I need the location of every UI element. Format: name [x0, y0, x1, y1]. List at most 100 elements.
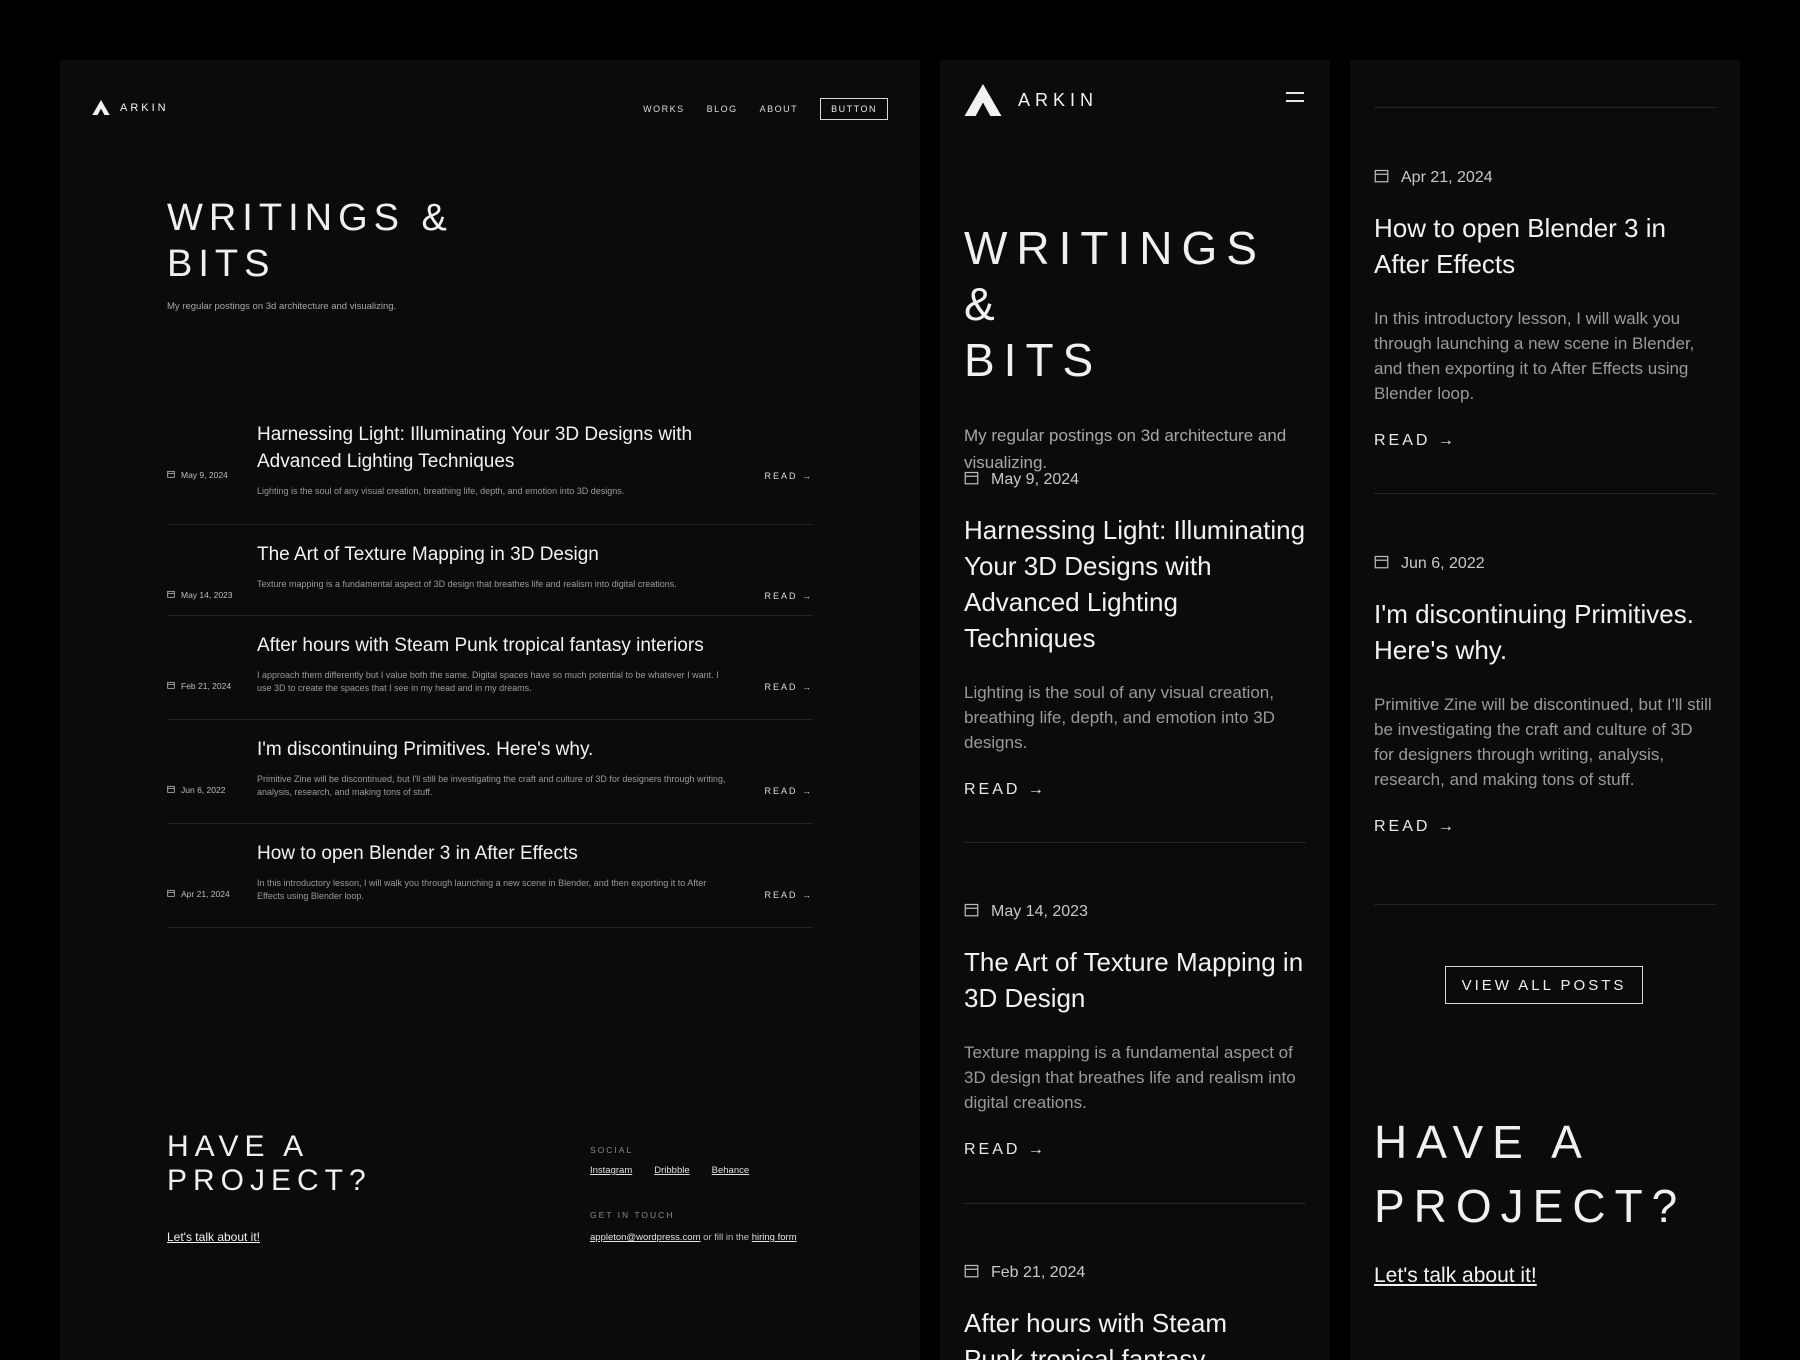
- post-excerpt: In this introductory lesson, I will walk…: [257, 878, 707, 901]
- behance-link[interactable]: Behance: [712, 1165, 750, 1176]
- social-section: SOCIAL Instagram Dribbble Behance: [590, 1145, 749, 1176]
- desktop-view: ARKIN WORKS BLOG ABOUT BUTTON WRITINGS &…: [60, 60, 920, 1360]
- hiring-form-link[interactable]: hiring form: [752, 1232, 797, 1243]
- touch-text: or fill in the: [703, 1232, 750, 1243]
- post-item: Apr 21, 2024 How to open Blender 3 in Af…: [1374, 168, 1716, 450]
- hero: WRITINGS & BITS My regular postings on 3d…: [167, 195, 453, 312]
- get-in-touch-section: GET IN TOUCH appleton@wordpress.com or f…: [590, 1210, 797, 1243]
- logo[interactable]: ARKIN: [964, 84, 1098, 116]
- post-excerpt: Texture mapping is a fundamental aspect …: [964, 1043, 1296, 1112]
- post-excerpt: Primitive Zine will be discontinued, but…: [257, 774, 726, 797]
- read-link[interactable]: READ →: [764, 682, 813, 692]
- post-excerpt: Lighting is the soul of any visual creat…: [964, 683, 1275, 752]
- post-title[interactable]: Harnessing Light: Illuminating Your 3D D…: [257, 421, 737, 475]
- top-nav: WORKS BLOG ABOUT BUTTON: [643, 98, 888, 120]
- post-title[interactable]: How to open Blender 3 in After Effects: [257, 840, 737, 867]
- post-list: May 9, 2024 Harnessing Light: Illuminati…: [167, 405, 813, 928]
- read-link[interactable]: READ →: [764, 786, 813, 796]
- post-item: Apr 21, 2024 How to open Blender 3 in Af…: [167, 824, 813, 928]
- footer-title: HAVE A PROJECT?: [167, 1130, 372, 1197]
- nav-works[interactable]: WORKS: [643, 104, 685, 114]
- instagram-link[interactable]: Instagram: [590, 1165, 632, 1176]
- post-item: Feb 21, 2024 After hours with Steam Punk …: [964, 1263, 1306, 1360]
- post-item: May 9, 2024 Harnessing Light: Illuminati…: [964, 470, 1306, 799]
- post-item: Feb 21, 2024 After hours with Steam Punk…: [167, 616, 813, 720]
- arrow-right-icon: →: [1027, 1141, 1047, 1158]
- post-date: May 14, 2023: [167, 590, 233, 600]
- arrow-right-icon: →: [1027, 781, 1047, 798]
- calendar-icon: [964, 470, 979, 490]
- tablet-view: ARKIN WRITINGS & BITS My regular postings…: [940, 60, 1330, 1360]
- logo-icon: [964, 84, 1002, 116]
- contact-link[interactable]: Let's talk about it!: [1374, 1264, 1537, 1288]
- post-item: Jun 6, 2022 I'm discontinuing Primitives…: [167, 720, 813, 824]
- post-excerpt: Texture mapping is a fundamental aspect …: [257, 579, 677, 589]
- hamburger-menu-icon[interactable]: [1286, 92, 1304, 108]
- arrow-right-icon: →: [1437, 818, 1457, 835]
- calendar-icon: [167, 889, 175, 899]
- post-date: Feb 21, 2024: [964, 1263, 1306, 1283]
- post-excerpt: Primitive Zine will be discontinued, but…: [1374, 695, 1712, 789]
- dribbble-link[interactable]: Dribbble: [654, 1165, 689, 1176]
- post-item: Jun 6, 2022 I'm discontinuing Primitives…: [1374, 554, 1716, 836]
- brand-name: ARKIN: [1018, 89, 1099, 110]
- arrow-right-icon: →: [1437, 432, 1457, 449]
- page-title: WRITINGS & BITS: [167, 197, 453, 285]
- post-date: Apr 21, 2024: [1374, 168, 1716, 188]
- post-date: Jun 6, 2022: [1374, 554, 1716, 574]
- post-title[interactable]: After hours with Steam Punk tropical fan…: [257, 632, 737, 659]
- page-subtitle: My regular postings on 3d architecture a…: [964, 426, 1287, 472]
- post-excerpt: Lighting is the soul of any visual creat…: [257, 486, 625, 496]
- post-item: May 14, 2023 The Art of Texture Mapping …: [964, 902, 1306, 1159]
- arrow-right-icon: →: [802, 786, 813, 796]
- contact-link[interactable]: Let's talk about it!: [167, 1230, 260, 1244]
- post-item: May 14, 2023 The Art of Texture Mapping …: [167, 525, 813, 616]
- read-link[interactable]: READ →: [964, 781, 1306, 799]
- calendar-icon: [1374, 168, 1389, 188]
- calendar-icon: [1374, 554, 1389, 574]
- divider: [1374, 904, 1716, 905]
- calendar-icon: [964, 902, 979, 922]
- email-link[interactable]: appleton@wordpress.com: [590, 1232, 701, 1243]
- brand-name: ARKIN: [120, 101, 169, 114]
- post-title[interactable]: After hours with Steam Punk tropical fant…: [964, 1305, 1306, 1360]
- post-title[interactable]: I'm discontinuing Primitives. Here's why…: [257, 736, 737, 763]
- calendar-icon: [167, 590, 175, 600]
- read-link[interactable]: READ →: [1374, 432, 1716, 450]
- divider: [1374, 493, 1716, 494]
- post-date: May 9, 2024: [167, 470, 228, 480]
- nav-about[interactable]: ABOUT: [760, 104, 799, 114]
- logo-icon: [92, 100, 110, 115]
- post-title[interactable]: The Art of Texture Mapping in 3D Design: [964, 944, 1306, 1016]
- page-title: WRITINGS & BITS: [964, 222, 1266, 386]
- post-title[interactable]: How to open Blender 3 in After Effects: [1374, 210, 1716, 282]
- post-title[interactable]: I'm discontinuing Primitives. Here's why…: [1374, 596, 1716, 668]
- post-title[interactable]: The Art of Texture Mapping in 3D Design: [257, 541, 737, 568]
- calendar-icon: [167, 470, 175, 480]
- read-link[interactable]: READ →: [1374, 818, 1716, 836]
- post-excerpt: I approach them differently but I value …: [257, 670, 719, 693]
- read-link[interactable]: READ →: [964, 1141, 1306, 1159]
- read-link[interactable]: READ →: [764, 471, 813, 481]
- post-excerpt: In this introductory lesson, I will walk…: [1374, 309, 1695, 403]
- calendar-icon: [964, 1263, 979, 1283]
- footer-title: HAVE A PROJECT?: [1374, 1116, 1687, 1232]
- arrow-right-icon: →: [802, 471, 813, 481]
- arrow-right-icon: →: [802, 890, 813, 900]
- post-date: May 14, 2023: [964, 902, 1306, 922]
- social-heading: SOCIAL: [590, 1145, 634, 1155]
- post-date: Apr 21, 2024: [167, 889, 230, 899]
- divider: [964, 842, 1306, 843]
- read-link[interactable]: READ →: [764, 890, 813, 900]
- divider: [964, 1203, 1306, 1204]
- read-link[interactable]: READ →: [764, 591, 813, 601]
- nav-blog[interactable]: BLOG: [707, 104, 738, 114]
- post-date: Feb 21, 2024: [167, 681, 231, 691]
- view-all-posts-button[interactable]: VIEW ALL POSTS: [1445, 966, 1643, 1004]
- page-subtitle: My regular postings on 3d architecture a…: [167, 301, 397, 312]
- logo[interactable]: ARKIN: [92, 100, 169, 115]
- nav-button[interactable]: BUTTON: [820, 98, 888, 120]
- touch-heading: GET IN TOUCH: [590, 1210, 675, 1220]
- post-title[interactable]: Harnessing Light: Illuminating Your 3D D…: [964, 512, 1306, 656]
- post-item: May 9, 2024 Harnessing Light: Illuminati…: [167, 405, 813, 525]
